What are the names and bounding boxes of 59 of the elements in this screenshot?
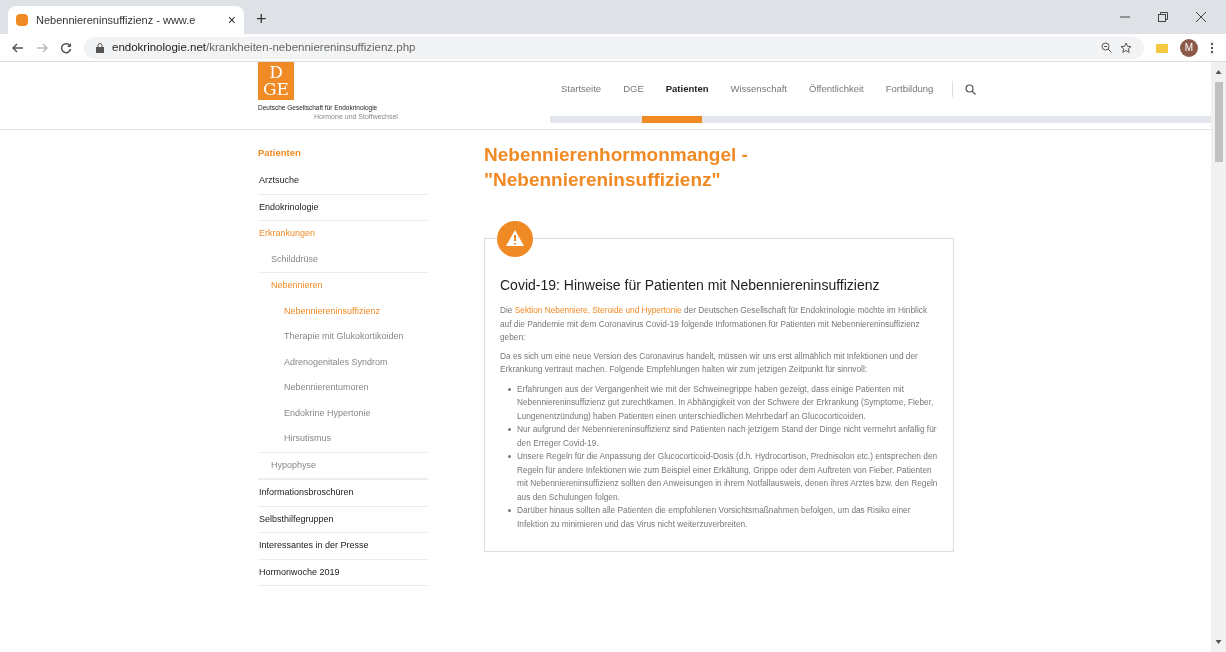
sidebar-item[interactable]: Therapie mit Glukokortikoiden xyxy=(284,324,428,350)
sidebar-item[interactable]: Hirsutismus xyxy=(284,426,428,452)
sidebar-item[interactable]: Interessantes in der Presse xyxy=(259,533,428,559)
nav-link[interactable]: Startseite xyxy=(550,81,613,97)
sidebar-item[interactable]: Erkrankungen xyxy=(258,221,428,247)
sidebar-item[interactable]: Schilddrüse xyxy=(271,246,428,273)
sidebar-item[interactable]: Nebennierentumoren xyxy=(284,375,428,401)
url-path: /krankheiten-nebenniereninsuffizienz.php xyxy=(206,40,416,53)
back-icon[interactable] xyxy=(12,41,24,54)
close-icon[interactable]: × xyxy=(227,9,236,31)
list-item-text: Darüber hinaus sollten alle Patienten die empfohlenen Vorsichtsmaßnahmen befolgen, um das Risiko einer Infektion zu minimieren und das Virus nicht weiterzuverbreiten. xyxy=(517,504,912,531)
sidebar-item[interactable]: Endokrinologie xyxy=(259,194,428,221)
sidebar-item[interactable]: Nebenniereninsuffizienz xyxy=(284,298,428,325)
address-bar[interactable]: endokrinologie.net/krankheiten-nebenniereninsuffizienz.php xyxy=(84,36,1144,59)
sidebar-item[interactable]: Selbsthilfegruppen xyxy=(259,506,428,533)
lock-icon xyxy=(96,42,104,53)
logo-letters: D xyxy=(269,64,283,81)
reload-icon[interactable] xyxy=(60,41,72,54)
tab-title: Nebenniereninsuffizienz - www.e xyxy=(36,12,197,28)
nav-link[interactable]: Wissenschaft xyxy=(719,81,798,97)
bullet-icon xyxy=(508,428,511,431)
sidebar-item[interactable]: Hypophyse xyxy=(271,452,428,479)
logo-letters: GE xyxy=(263,81,289,98)
list-item-text: Erfahrungen aus der Vergangenheit wie mit der Schweinegrippe haben gezeigt, dass einige Patienten mit Nebenniereninsuffizienz gut zurechtkamen. In Abhängigkeit von der Schwere der Erkrankung (Symptome, Fieber, Lungenentzündung) haben Patienten einen unterschiedlichen Mehrbedarf an Glucocorticoiden. xyxy=(517,382,935,423)
bullet-icon xyxy=(508,455,511,458)
sidebar-heading: Patienten xyxy=(258,146,302,160)
sidebar-item[interactable]: Endokrine Hypertonie xyxy=(284,400,428,427)
paragraph: Da es sich um eine neue Version des Coronavirus handelt, müssen wir uns erst allmählich mit Infektionen und der Erkrankung vertraut machen. Folgende Empfehlungen halten wir zum jetzigen Zeitpunkt für sinnvoll: xyxy=(500,349,919,376)
search-icon[interactable] xyxy=(965,83,977,95)
sidebar-item[interactable]: Arztsuche xyxy=(259,168,428,194)
menu-icon[interactable] xyxy=(1210,41,1214,54)
notice-title: Covid-19: Hinweise für Patienten mit Nebenniereninsuffizienz xyxy=(500,276,881,295)
favicon-icon xyxy=(16,14,28,26)
nav-link[interactable]: DGE xyxy=(612,81,655,97)
nav-link[interactable]: Patienten xyxy=(654,81,720,97)
new-tab-button[interactable]: + xyxy=(256,5,267,33)
sidebar-item[interactable]: Adrenogenitales Syndrom xyxy=(284,349,428,376)
sidebar-item[interactable]: Hormonwoche 2019 xyxy=(259,559,428,586)
browser-tab[interactable]: Nebenniereninsuffizienz - www.e × xyxy=(8,6,244,34)
scrollbar[interactable] xyxy=(1211,62,1226,652)
text-link[interactable]: Sektion Nebenniere, Steroide und Hypertonie xyxy=(514,305,682,315)
bullet-icon xyxy=(508,509,511,512)
profile-avatar[interactable]: M xyxy=(1180,38,1198,57)
sidebar-item[interactable]: Informationsbroschüren xyxy=(259,480,428,506)
star-icon[interactable] xyxy=(1120,41,1132,54)
sidebar-item[interactable]: Nebennieren xyxy=(258,273,428,299)
nav-link[interactable]: Öffentlichkeit xyxy=(798,81,875,97)
list-item-text: Unsere Regeln für die Anpassung der Glucocorticoid-Dosis (d.h. Hydrocortison, Prednisolon etc.) entsprechen den Regeln für andere Infektionen wie zum Beispiel einer Erkältung, Grippe oder dem Auftreten von Fieber. Patienten mit Nebenniereninsuffizienz sollten den Anweisungen in ihrem Notfallausweis, denen ihres Arztes bzw. den Regeln aus den Schulungen folgen. xyxy=(517,450,938,504)
intro-paragraph: Die Sektion Nebenniere, Steroide und Hypertonie der Deutschen Gesellschaft für Endokrinologie möchte im Hinblick auf die Pandemie mit dem Coronavirus Covid-19 folgende Informationen für Patienten mit Nebenniereninsuffizienz geben: xyxy=(500,304,929,344)
zoom-icon[interactable] xyxy=(1101,42,1112,53)
bullet-icon xyxy=(508,387,511,391)
close-icon[interactable] xyxy=(1196,12,1206,22)
scrollbar-thumb[interactable] xyxy=(1214,82,1223,162)
warning-icon xyxy=(497,221,533,257)
list-item-text: Nur aufgrund der Nebenniereninsuffizienz sind Patienten nach jetzigem Stand der Dinge nicht vermehrt anfällig für den Erreger Covid-19. xyxy=(517,423,938,450)
nav-link[interactable]: Fortbildung xyxy=(874,81,945,97)
page-title: Nebennierenhormonmangel - "Nebenniereninsuffizienz" xyxy=(484,143,749,192)
restore-icon[interactable] xyxy=(1158,12,1168,22)
url-host: endokrinologie.net xyxy=(112,40,206,53)
